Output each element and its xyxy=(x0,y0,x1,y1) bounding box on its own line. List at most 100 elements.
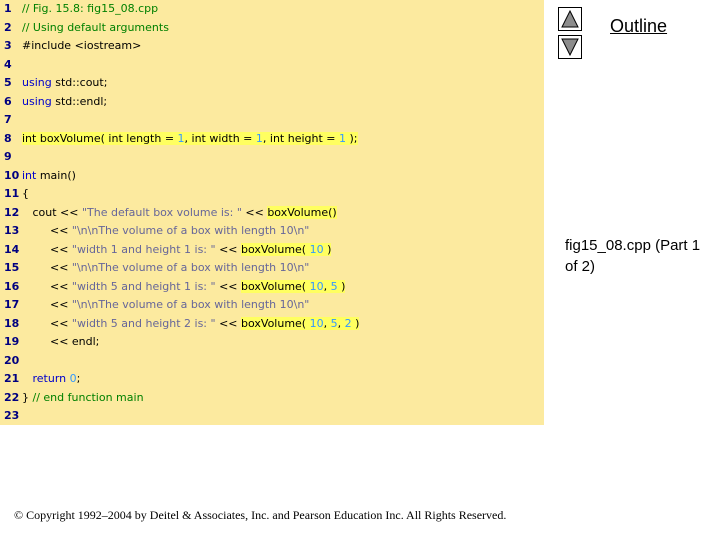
code-token: << xyxy=(215,242,242,256)
code-line: 14 << "width 1 and height 1 is: " << box… xyxy=(0,241,544,259)
code-line: 19 << endl; xyxy=(0,333,544,351)
highlighted-code-token: ) xyxy=(323,242,332,256)
highlighted-code-token: ) xyxy=(351,316,360,330)
line-number: 14 xyxy=(4,242,20,256)
code-token: using xyxy=(22,76,52,89)
line-number: 23 xyxy=(4,409,20,422)
code-token: } xyxy=(22,390,33,404)
code-line: 20 xyxy=(0,352,544,370)
highlighted-code-token: , xyxy=(337,316,345,330)
code-token: // Using default arguments xyxy=(22,20,169,34)
code-token: cout << xyxy=(22,205,82,219)
code-text: << "width 5 and height 2 is: " << boxVol… xyxy=(22,315,360,333)
code-token: ; xyxy=(76,372,81,385)
code-line: 17 << "\n\nThe volume of a box with leng… xyxy=(0,296,544,314)
line-number: 10 xyxy=(4,168,20,182)
code-line: 13 << "\n\nThe volume of a box with leng… xyxy=(0,222,544,240)
highlighted-code-token: 10 xyxy=(309,316,324,330)
code-token: << xyxy=(22,224,72,237)
code-token: using xyxy=(22,94,52,108)
line-number: 13 xyxy=(4,224,20,237)
file-caption: fig15_08.cpp (Part 1 of 2) xyxy=(565,237,701,275)
highlighted-code-token: , int height = xyxy=(262,131,340,145)
line-number: 6 xyxy=(4,94,12,108)
code-text: // Using default arguments xyxy=(22,19,169,37)
highlighted-code-token: 10 xyxy=(309,279,324,293)
code-token: "width 5 and height 1 is: " xyxy=(71,279,216,293)
highlighted-code-token: boxVolume( xyxy=(241,279,310,293)
code-line: 18 << "width 5 and height 2 is: " << box… xyxy=(0,315,544,333)
code-token: "\n\nThe volume of a box with length 10\… xyxy=(71,224,310,237)
code-token: std::cout; xyxy=(51,76,108,89)
code-token: << xyxy=(22,261,72,274)
highlighted-code-token: ); xyxy=(346,131,358,145)
line-number: 17 xyxy=(4,298,20,311)
code-text: } // end function main xyxy=(22,389,144,407)
line-number: 3 xyxy=(4,39,12,52)
highlighted-code-token: 1 xyxy=(255,131,263,145)
highlighted-code-token: 1 xyxy=(339,131,347,145)
line-number: 8 xyxy=(4,131,12,145)
code-text: // Fig. 15.8: fig15_08.cpp xyxy=(22,0,158,18)
highlighted-code-token: 2 xyxy=(344,316,352,330)
code-token: << xyxy=(215,316,242,330)
line-number: 4 xyxy=(4,57,12,71)
code-line: 22} // end function main xyxy=(0,389,544,407)
line-number: 2 xyxy=(4,20,12,34)
highlighted-code-token: boxVolume() xyxy=(267,205,337,219)
triangle-down-icon xyxy=(561,38,579,57)
code-token: << xyxy=(215,279,242,293)
line-number: 11 xyxy=(4,187,20,200)
copyright-notice: © Copyright 1992–2004 by Deitel & Associ… xyxy=(14,508,507,522)
code-line: 3 #include <iostream> xyxy=(0,37,544,55)
code-line: 23 xyxy=(0,407,544,425)
code-line: 9 xyxy=(0,148,544,166)
highlighted-code-token: 10 xyxy=(309,242,324,256)
line-number: 15 xyxy=(4,261,20,274)
highlighted-code-token: 5 xyxy=(330,316,338,330)
code-line: 10 int main() xyxy=(0,167,544,185)
triangle-up-icon xyxy=(561,9,579,28)
code-token: 0 xyxy=(69,372,77,385)
code-text: #include <iostream> xyxy=(22,37,141,55)
code-text: int main() xyxy=(22,167,76,185)
code-line: 4 xyxy=(0,56,544,74)
line-number: 7 xyxy=(4,113,12,126)
line-number: 20 xyxy=(4,353,20,367)
code-text: << "\n\nThe volume of a box with length … xyxy=(22,222,309,240)
code-text: { xyxy=(22,185,29,203)
code-line: 8 int boxVolume( int length = 1, int widt… xyxy=(0,130,544,148)
code-token: "The default box volume is: " xyxy=(81,205,242,219)
code-token: "width 1 and height 1 is: " xyxy=(71,242,216,256)
code-text: using std::cout; xyxy=(22,74,107,92)
code-line: 5 using std::cout; xyxy=(0,74,544,92)
code-listing-panel: 1 // Fig. 15.8: fig15_08.cpp 2 // Using def… xyxy=(0,0,544,425)
code-text: << "width 1 and height 1 is: " << boxVol… xyxy=(22,241,332,259)
code-text: int boxVolume( int length = 1, int width… xyxy=(22,130,358,148)
line-number: 12 xyxy=(4,205,20,219)
highlighted-code-token: 5 xyxy=(330,279,338,293)
previous-slide-button[interactable] xyxy=(558,7,582,31)
code-text: << "width 5 and height 1 is: " << boxVol… xyxy=(22,278,346,296)
code-line: 2 // Using default arguments xyxy=(0,19,544,37)
code-line: 7 xyxy=(0,111,544,129)
outline-link[interactable]: Outline xyxy=(610,16,667,37)
code-line: 21 return 0; xyxy=(0,370,544,388)
highlighted-code-token: 1 xyxy=(177,131,185,145)
code-token: int xyxy=(22,168,37,182)
code-line: 11{ xyxy=(0,185,544,203)
next-slide-button[interactable] xyxy=(558,35,582,59)
code-text: using std::endl; xyxy=(22,93,107,111)
code-text: cout << "The default box volume is: " <<… xyxy=(22,204,337,222)
line-number: 19 xyxy=(4,335,20,348)
line-number: 1 xyxy=(4,2,12,15)
code-token: "\n\nThe volume of a box with length 10\… xyxy=(71,261,310,274)
line-number: 22 xyxy=(4,390,20,404)
code-line: 6 using std::endl; xyxy=(0,93,544,111)
code-token: << xyxy=(22,242,72,256)
code-token: // end function main xyxy=(32,390,144,404)
code-token: #include <iostream> xyxy=(22,39,142,52)
highlighted-code-token: boxVolume( xyxy=(241,316,310,330)
code-token: main() xyxy=(36,168,76,182)
